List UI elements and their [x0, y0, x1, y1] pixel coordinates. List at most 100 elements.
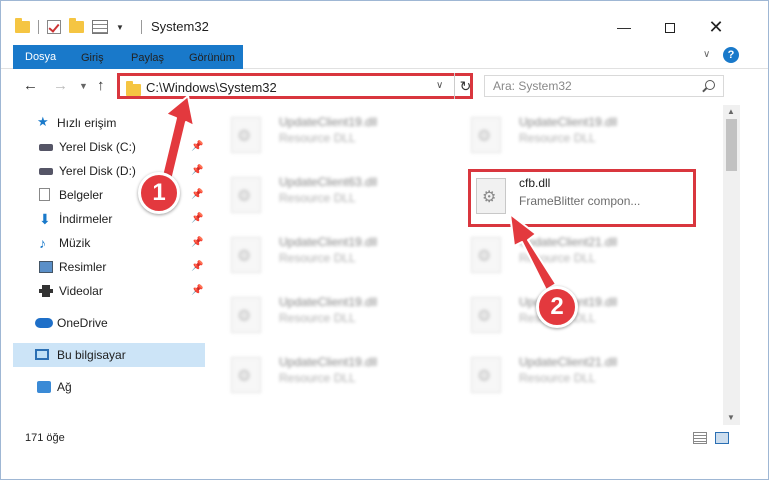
details-view-icon[interactable]	[693, 432, 707, 444]
sidebar-item-label: Ağ	[57, 380, 72, 394]
pin-icon[interactable]: 📌	[191, 183, 203, 207]
file-name: UpdateClient19.dll	[279, 355, 378, 369]
file-description: FrameBlitter compon...	[519, 194, 641, 208]
file-name: UpdateClient19.dll	[519, 115, 618, 129]
refresh-icon[interactable]: ↻	[454, 73, 476, 99]
sidebar-item-label: OneDrive	[57, 316, 108, 330]
forward-arrow-icon[interactable]: →	[53, 77, 68, 94]
file-name: UpdateClient21.dll	[519, 355, 618, 369]
tab-view[interactable]: Görünüm	[179, 47, 245, 69]
file-description: Resource DLL	[279, 311, 356, 325]
properties-check-icon[interactable]	[47, 20, 61, 34]
properties-icon[interactable]	[92, 20, 108, 34]
dll-file-icon	[471, 297, 501, 333]
dll-file-icon	[476, 178, 506, 214]
large-icons-view-icon[interactable]	[715, 432, 729, 444]
address-bar[interactable]: C:\Windows\System32 ∨ ↻	[117, 73, 473, 99]
sidebar-item-label: Yerel Disk (D:)	[59, 164, 136, 178]
drive-icon	[39, 144, 53, 151]
file-name: UpdateClient21.dll	[519, 235, 618, 249]
sidebar-item-quick-access[interactable]: ★ Hızlı erişim	[13, 111, 205, 135]
sidebar-item-local-disk-d[interactable]: Yerel Disk (D:) 📌	[13, 159, 205, 183]
file-tile[interactable]: UpdateClient19.dll Resource DLL	[215, 229, 445, 279]
vertical-scrollbar[interactable]: ▲ ▼	[723, 105, 740, 425]
folder-icon	[15, 18, 30, 33]
sidebar-item-label: Videolar	[59, 284, 103, 298]
pin-icon[interactable]: 📌	[191, 255, 203, 279]
maximize-button[interactable]	[647, 13, 693, 41]
new-folder-icon[interactable]	[69, 18, 84, 33]
dll-file-icon	[231, 177, 261, 213]
up-arrow-icon[interactable]: ↑	[97, 77, 105, 94]
drive-icon	[39, 168, 53, 175]
sidebar-item-local-disk-c[interactable]: Yerel Disk (C:) 📌	[13, 135, 205, 159]
file-description: Resource DLL	[519, 251, 596, 265]
dll-file-icon	[471, 357, 501, 393]
sidebar-item-music[interactable]: ♪ Müzik 📌	[13, 231, 205, 255]
pin-icon[interactable]: 📌	[191, 135, 203, 159]
search-icon	[705, 80, 715, 90]
file-tile[interactable]: UpdateClient19.dll Resource DLL	[215, 289, 445, 339]
sidebar-item-network[interactable]: Ağ	[13, 375, 205, 399]
annotation-step-1: 1	[138, 172, 180, 214]
back-arrow-icon[interactable]: ←	[23, 77, 38, 94]
pin-icon[interactable]: 📌	[191, 279, 203, 303]
file-name: UpdateClient19.dll	[279, 115, 378, 129]
annotation-step-2: 2	[536, 286, 578, 328]
file-tile[interactable]: UpdateClient19.dll Resource DLL	[455, 109, 685, 159]
file-tile[interactable]: UpdateClient19.dll Resource DLL	[215, 349, 445, 399]
search-placeholder: Ara: System32	[493, 79, 572, 93]
dll-file-icon	[231, 117, 261, 153]
sidebar-item-onedrive[interactable]: OneDrive	[13, 311, 205, 335]
scrollbar-thumb[interactable]	[726, 119, 737, 171]
title-separator	[141, 20, 142, 34]
sidebar-item-label: Müzik	[59, 236, 91, 250]
recent-locations-chevron-icon[interactable]: ▼	[79, 81, 88, 91]
scroll-up-icon[interactable]: ▲	[727, 107, 735, 116]
file-tile[interactable]: UpdateClient63.dll Resource DLL	[215, 169, 445, 219]
scroll-down-icon[interactable]: ▼	[727, 413, 735, 422]
file-name: UpdateClient19.dll	[279, 235, 378, 249]
sidebar-item-label: Belgeler	[59, 188, 104, 202]
address-dropdown-chevron-icon[interactable]: ∨	[436, 80, 443, 91]
pin-icon[interactable]: 📌	[191, 159, 203, 183]
tab-home[interactable]: Giriş	[71, 47, 114, 69]
ribbon-tabs: Dosya Giriş Paylaş Görünüm ∨ ?	[1, 41, 768, 69]
quick-access-toolbar: ▼	[15, 15, 124, 39]
file-description: Resource DLL	[279, 371, 356, 385]
sidebar-item-label: Hızlı erişim	[57, 116, 117, 130]
videos-icon	[39, 285, 53, 297]
network-icon	[37, 381, 51, 393]
file-list: UpdateClient19.dll Resource DLL UpdateCl…	[215, 105, 721, 425]
maximize-icon	[665, 23, 675, 34]
file-tile[interactable]: UpdateClient19.dll Resource DLL	[215, 109, 445, 159]
sidebar-item-label: Yerel Disk (C:)	[59, 140, 136, 154]
file-description: Resource DLL	[279, 131, 356, 145]
customize-toolbar-chevron-icon[interactable]: ▼	[116, 23, 124, 32]
address-path[interactable]: C:\Windows\System32	[146, 80, 277, 95]
navigation-pane: ★ Hızlı erişim Yerel Disk (C:) 📌 Yerel D…	[1, 105, 207, 425]
file-tile-cfb-dll[interactable]: cfb.dll FrameBlitter compon...	[468, 169, 696, 227]
music-icon: ♪	[39, 235, 46, 251]
file-description: Resource DLL	[519, 131, 596, 145]
sidebar-item-pictures[interactable]: Resimler 📌	[13, 255, 205, 279]
toolbar-separator	[38, 20, 39, 34]
status-bar: 171 öğe	[1, 425, 768, 451]
tab-share[interactable]: Paylaş	[121, 47, 174, 69]
file-description: Resource DLL	[279, 191, 356, 205]
file-tile[interactable]: UpdateClient21.dll Resource DLL	[455, 229, 685, 279]
close-button[interactable]: ✕	[693, 13, 739, 41]
search-input[interactable]: Ara: System32	[484, 75, 724, 97]
file-tile[interactable]: UpdateClient21.dll Resource DLL	[455, 349, 685, 399]
sidebar-item-videos[interactable]: Videolar 📌	[13, 279, 205, 303]
pin-icon[interactable]: 📌	[191, 231, 203, 255]
sidebar-item-this-pc[interactable]: Bu bilgisayar	[13, 343, 205, 367]
help-icon[interactable]: ?	[723, 47, 739, 63]
sidebar-item-downloads[interactable]: ⬇ İndirmeler 📌	[13, 207, 205, 231]
minimize-button[interactable]: —	[601, 13, 647, 41]
pin-icon[interactable]: 📌	[191, 207, 203, 231]
dll-file-icon	[231, 237, 261, 273]
sidebar-item-label: Resimler	[59, 260, 107, 274]
dll-file-icon	[231, 357, 261, 393]
expand-ribbon-chevron-icon[interactable]: ∨	[703, 49, 710, 60]
